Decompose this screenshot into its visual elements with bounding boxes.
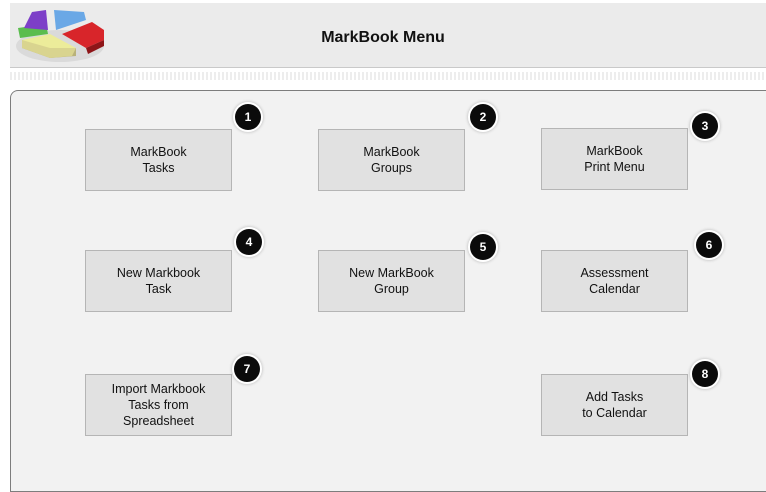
new-markbook-task-button[interactable]: New Markbook Task [85,250,232,312]
markbook-tasks-button[interactable]: MarkBook Tasks [85,129,232,191]
header-divider [10,72,766,80]
import-markbook-tasks-button[interactable]: Import Markbook Tasks from Spreadsheet [85,374,232,436]
page-title: MarkBook Menu [321,29,445,46]
assessment-calendar-button[interactable]: Assessment Calendar [541,250,688,312]
badge-4: 4 [236,229,262,255]
badge-3: 3 [692,113,718,139]
badge-8: 8 [692,361,718,387]
new-markbook-group-button[interactable]: New MarkBook Group [318,250,465,312]
markbook-groups-button[interactable]: MarkBook Groups [318,129,465,191]
badge-1: 1 [235,104,261,130]
markbook-print-menu-button[interactable]: MarkBook Print Menu [541,128,688,190]
badge-2: 2 [470,104,496,130]
badge-5: 5 [470,234,496,260]
badge-7: 7 [234,356,260,382]
badge-6: 6 [696,232,722,258]
add-tasks-to-calendar-button[interactable]: Add Tasks to Calendar [541,374,688,436]
